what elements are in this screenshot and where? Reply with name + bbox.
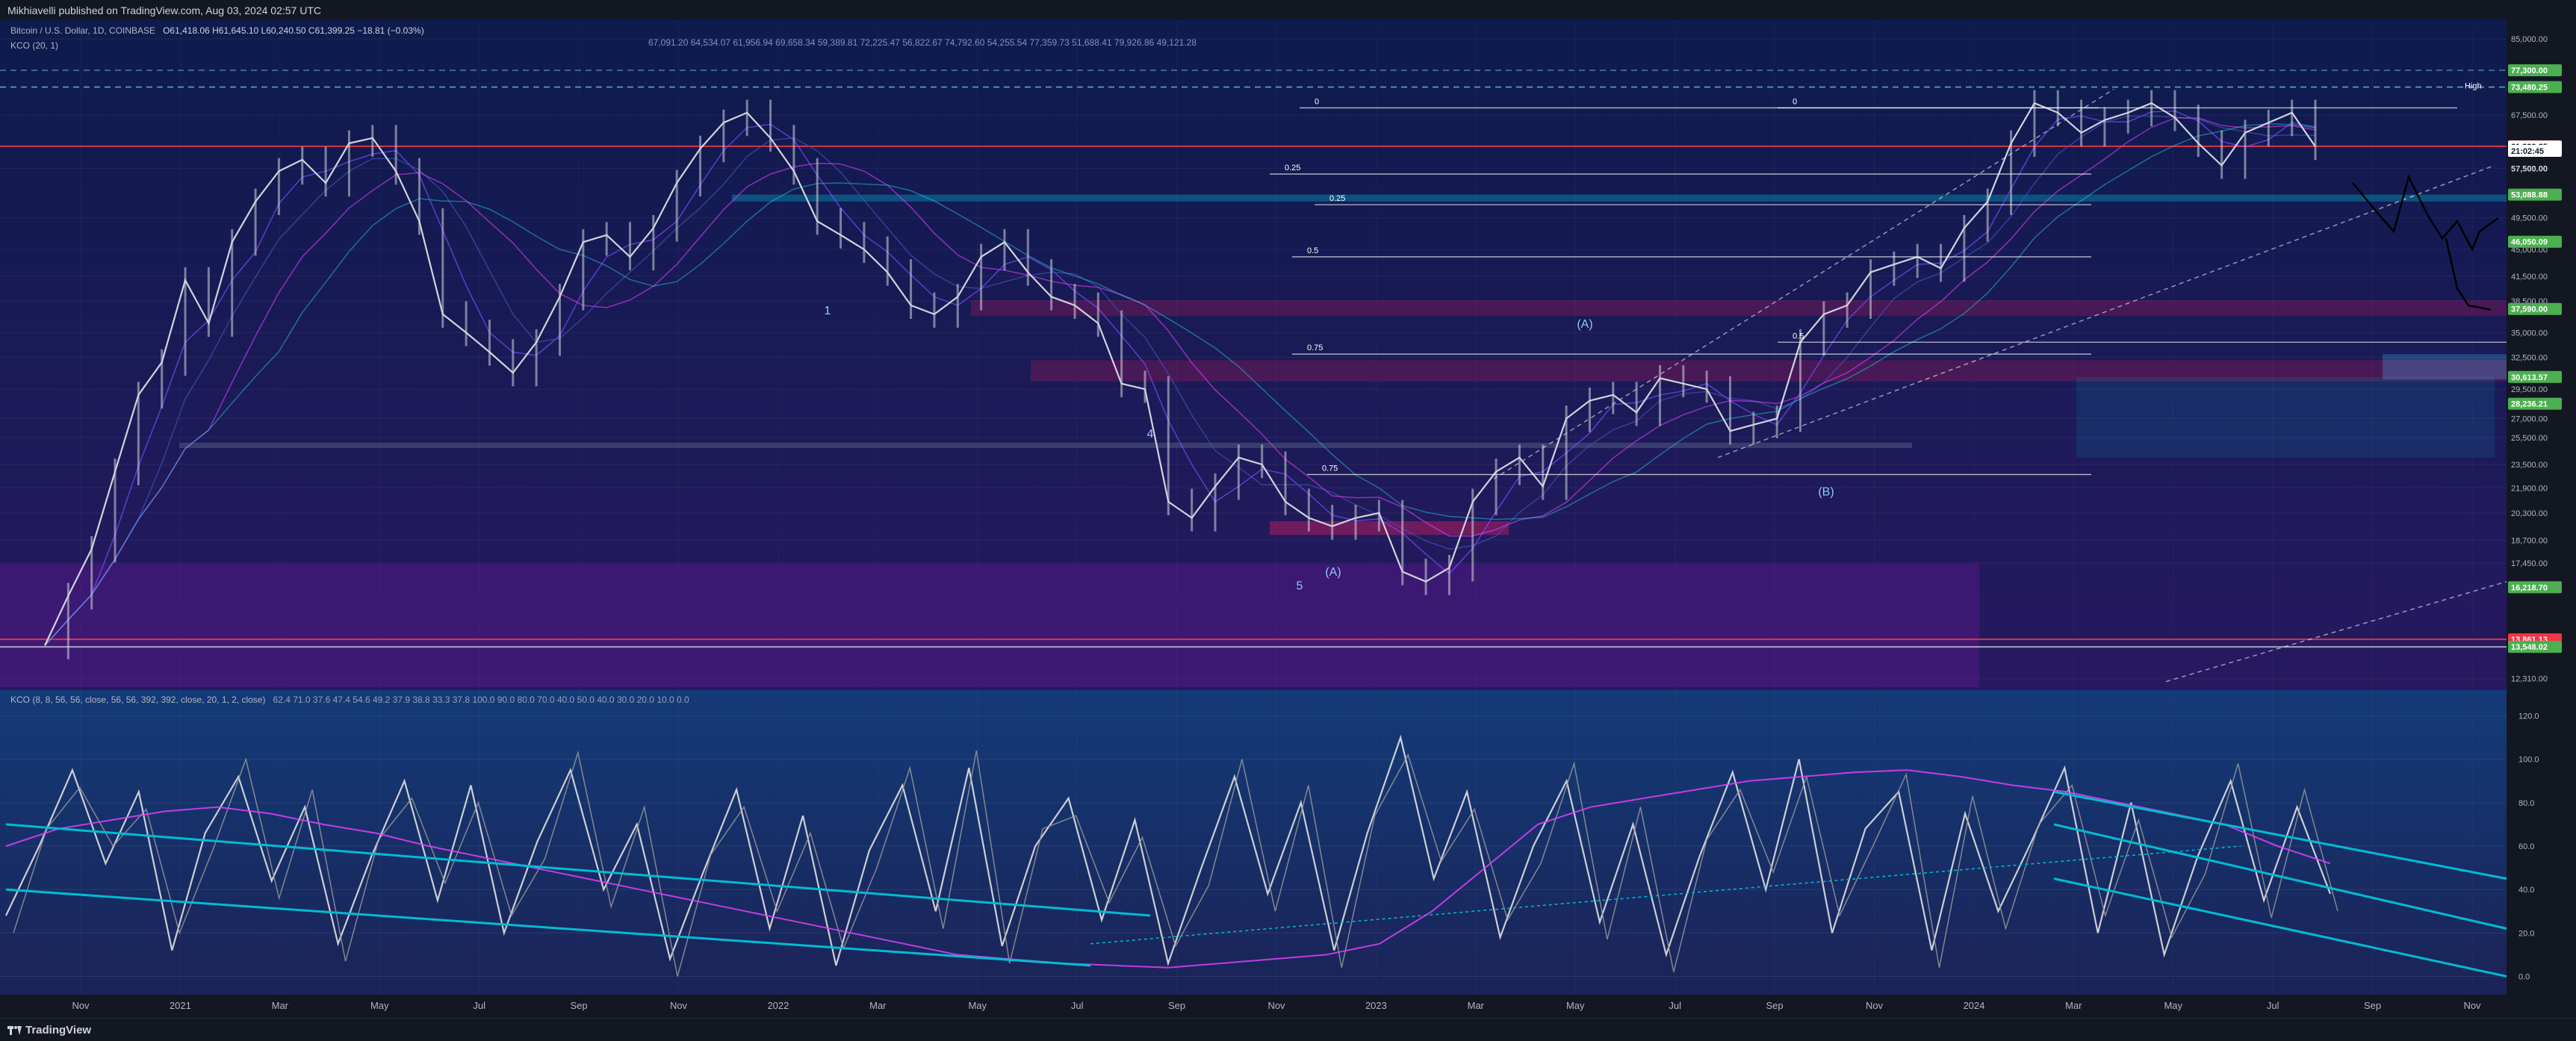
zone-bottom bbox=[0, 564, 1979, 687]
price-badge-label: 37,590.00 bbox=[2511, 305, 2548, 314]
price-tick-label: 27,000.00 bbox=[2511, 414, 2548, 423]
tradingview-logo-icon bbox=[7, 1025, 22, 1035]
wave-label: (B) bbox=[1818, 486, 1834, 499]
legend-kco-osc-name: KCO (8, 8, 56, 56, close, 56, 56, 392, 3… bbox=[10, 694, 266, 705]
time-tick-label: Nov bbox=[2463, 1000, 2481, 1011]
osc-tick-label: 40.0 bbox=[2518, 886, 2534, 895]
time-tick-label: Jul bbox=[1071, 1000, 1084, 1011]
price-badge-label: 16,218.70 bbox=[2511, 583, 2548, 592]
fib-label: 0.25 bbox=[1329, 194, 1345, 203]
time-tick-label: Nov bbox=[72, 1000, 90, 1011]
osc-tick-label: 120.0 bbox=[2518, 712, 2539, 721]
time-tick-label: Mar bbox=[1468, 1000, 1485, 1011]
time-tick-label: Sep bbox=[1168, 1000, 1185, 1011]
price-badge-label: 13,548.02 bbox=[2511, 643, 2548, 652]
chart-area[interactable]: 0 0 0.25 0.25 0.5 0.5 0.75 0.75 1 4 5 (A) (A) (B) 85… bbox=[0, 19, 2576, 1018]
price-badge-label: 73,480.25 bbox=[2511, 84, 2548, 93]
chart-svg[interactable]: 0 0 0.25 0.25 0.5 0.5 0.75 0.75 1 4 5 (A) (A) (B) 85… bbox=[0, 19, 2576, 1018]
zone-red-upper bbox=[971, 299, 2507, 317]
price-tick-label: 41,500.00 bbox=[2511, 273, 2548, 282]
time-tick-label: 2022 bbox=[767, 1000, 789, 1011]
price-tick-label: 25,500.00 bbox=[2511, 434, 2548, 443]
fib-label: 0 bbox=[1315, 97, 1319, 106]
price-tick-label: 12,310.00 bbox=[2511, 675, 2548, 684]
tradingview-brand[interactable]: TradingView bbox=[7, 1024, 91, 1037]
zone-gray bbox=[179, 442, 1912, 448]
osc-tick-label: 80.0 bbox=[2518, 799, 2534, 808]
time-tick-label: Nov bbox=[670, 1000, 688, 1011]
time-tick-label: May bbox=[968, 1000, 987, 1011]
publisher-bar: Mikhiavelli published on TradingView.com… bbox=[0, 0, 2576, 20]
time-tick-label: Jul bbox=[473, 1000, 485, 1011]
time-tick-label: Mar bbox=[272, 1000, 289, 1011]
time-tick-label: Nov bbox=[1866, 1000, 1884, 1011]
osc-tick-label: 0.0 bbox=[2518, 972, 2530, 981]
time-tick-label: 2023 bbox=[1365, 1000, 1387, 1011]
time-tick-label: Sep bbox=[2364, 1000, 2381, 1011]
tradingview-brand-text: TradingView bbox=[25, 1024, 92, 1037]
time-tick-label: Mar bbox=[2065, 1000, 2082, 1011]
price-badge-label: 57,500.00 bbox=[2511, 164, 2548, 173]
time-tick-label: 2021 bbox=[170, 1000, 191, 1011]
zone-target bbox=[2076, 376, 2495, 458]
price-tick-label: 85,000.00 bbox=[2511, 35, 2548, 44]
zone-target-box bbox=[2383, 354, 2507, 379]
time-tick-label: May bbox=[2164, 1000, 2182, 1011]
price-tick-label: 23,500.00 bbox=[2511, 461, 2548, 470]
legend-kco-osc-values: 62.4 71.0 37.6 47.4 54.6 49.2 37.9 38.8 … bbox=[273, 694, 689, 705]
time-tick-label: Jul bbox=[1669, 1000, 1681, 1011]
legend-symbol: Bitcoin / U.S. Dollar, 1D, COINBASE O61,… bbox=[10, 25, 424, 36]
fib-label: 0.75 bbox=[1322, 464, 1338, 473]
time-tick-label: Mar bbox=[869, 1000, 887, 1011]
osc-tick-label: 100.0 bbox=[2518, 756, 2539, 765]
wave-label: (A) bbox=[1577, 318, 1592, 331]
price-badge-label: 53,088.88 bbox=[2511, 191, 2548, 200]
legend-ohlc: O61,418.06 H61,645.10 L60,240.50 C61,399… bbox=[163, 25, 424, 36]
time-tick-label: May bbox=[1566, 1000, 1585, 1011]
fib-label: 0.25 bbox=[1285, 164, 1300, 173]
fib-label: 0.5 bbox=[1307, 246, 1318, 255]
price-badge-label: 46,050.09 bbox=[2511, 238, 2548, 247]
legend-symbol-text: Bitcoin / U.S. Dollar, 1D, COINBASE bbox=[10, 25, 156, 36]
price-tick-label: 20,300.00 bbox=[2511, 509, 2548, 518]
time-tick-label: Nov bbox=[1267, 1000, 1285, 1011]
time-tick-label: Sep bbox=[571, 1000, 588, 1011]
published-by-text: Mikhiavelli published on TradingView.com… bbox=[7, 4, 321, 16]
time-tick-label: Jul bbox=[2267, 1000, 2279, 1011]
legend-kco-oscillator: KCO (8, 8, 56, 56, close, 56, 56, 392, 3… bbox=[10, 694, 689, 705]
wave-label: 5 bbox=[1297, 580, 1303, 593]
wave-label: 4 bbox=[1147, 428, 1154, 441]
osc-tick-label: 60.0 bbox=[2518, 842, 2534, 851]
wave-label: 1 bbox=[825, 305, 831, 317]
fib-label: 0 bbox=[1793, 97, 1797, 106]
time-tick-label: 2024 bbox=[1963, 1000, 1984, 1011]
price-tick-label: 17,450.00 bbox=[2511, 559, 2548, 568]
legend-kco-main: KCO (20, 1) bbox=[10, 40, 59, 51]
time-tick-label: Sep bbox=[1766, 1000, 1784, 1011]
high-label: High bbox=[2465, 81, 2482, 90]
zone-cyan bbox=[732, 194, 2507, 202]
price-tick-label: 29,500.00 bbox=[2511, 385, 2548, 394]
time-tick-label: May bbox=[370, 1000, 389, 1011]
price-tick-label: 18,700.00 bbox=[2511, 536, 2548, 545]
price-tick-label: 67,500.00 bbox=[2511, 111, 2548, 120]
legend-ma-values: 67,091.20 64,534.07 61,956.94 69,658.34 … bbox=[648, 37, 1197, 48]
osc-tick-label: 20.0 bbox=[2518, 929, 2534, 938]
footer-bar: TradingView bbox=[0, 1018, 2576, 1041]
price-tick-label: 32,500.00 bbox=[2511, 353, 2548, 362]
wave-label: (A) bbox=[1325, 566, 1341, 579]
price-tick-label: 35,000.00 bbox=[2511, 329, 2548, 338]
price-badge-label: 21:02:45 bbox=[2511, 147, 2544, 156]
price-tick-label: 49,500.00 bbox=[2511, 214, 2548, 223]
fib-label: 0.75 bbox=[1307, 344, 1323, 352]
oscillator-panel-bg bbox=[0, 690, 2576, 995]
fib-label: 0.5 bbox=[1793, 332, 1804, 341]
price-badge-label: 77,300.00 bbox=[2511, 66, 2548, 75]
price-tick-label: 21,900.00 bbox=[2511, 484, 2548, 493]
price-badge-label: 30,613.57 bbox=[2511, 373, 2548, 382]
price-badge-label: 28,236.21 bbox=[2511, 400, 2548, 409]
